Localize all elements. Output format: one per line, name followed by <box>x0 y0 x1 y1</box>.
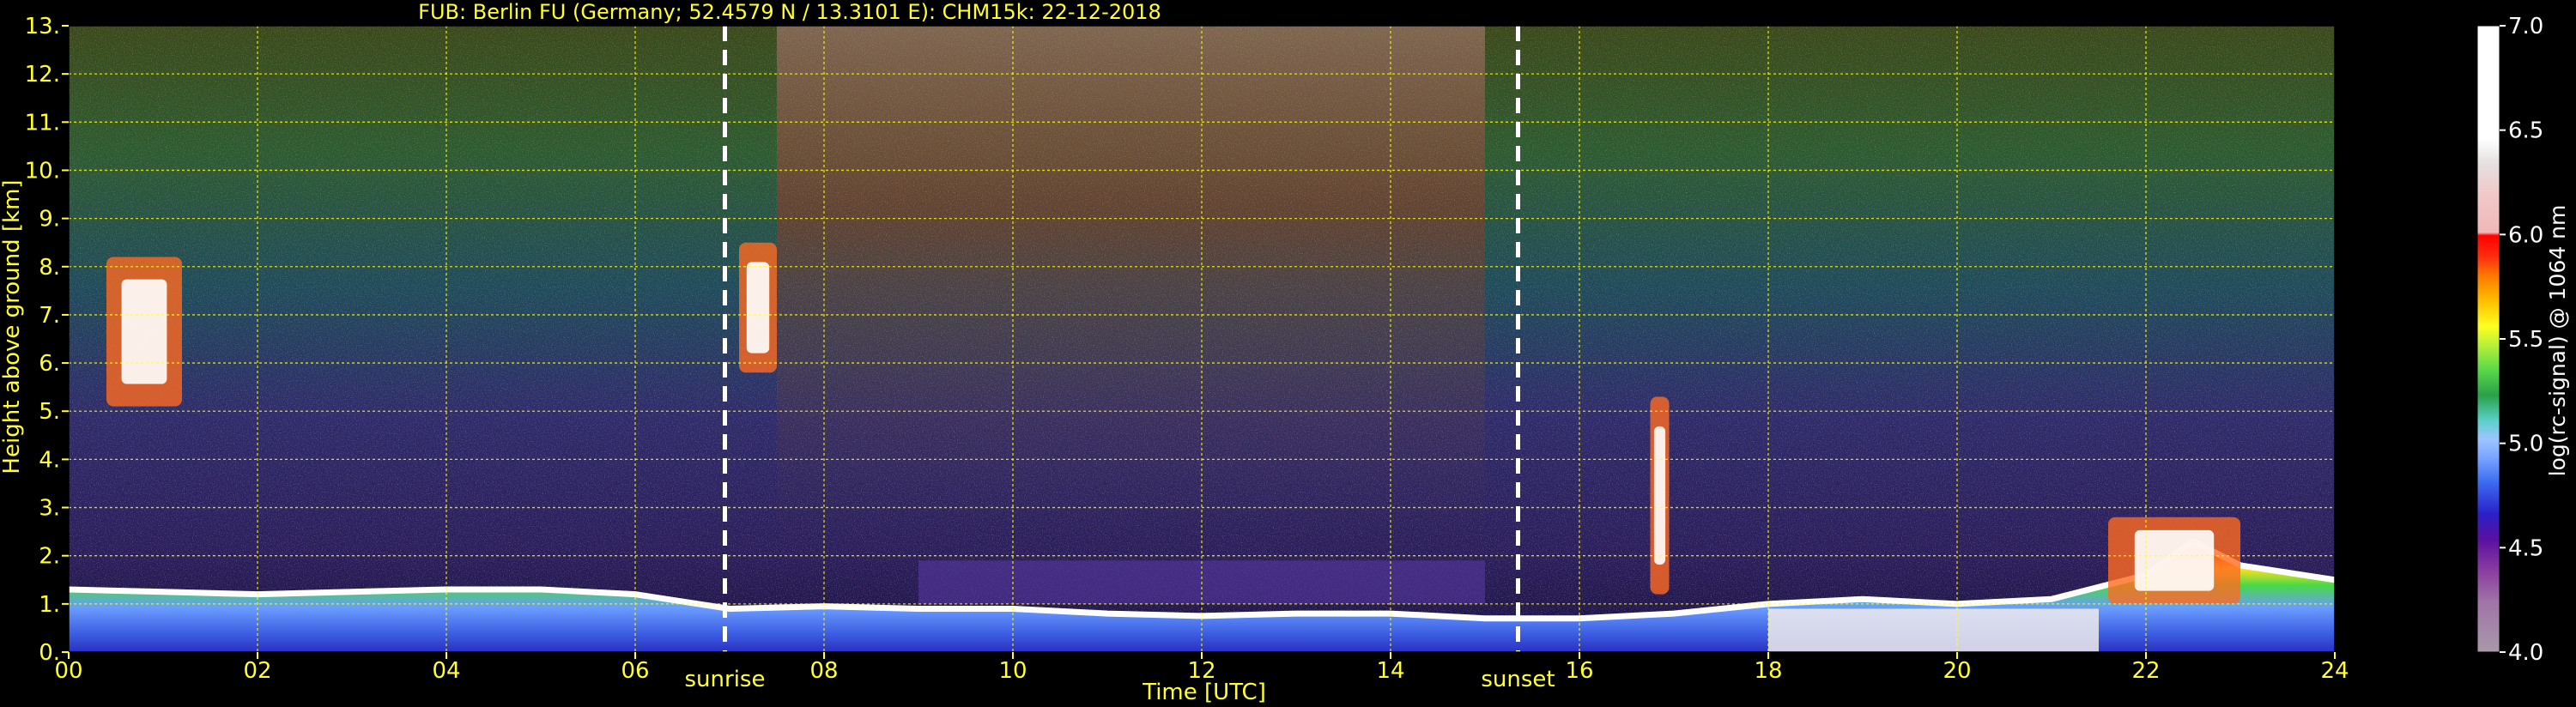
colorbar-tick-label: 7.0 <box>2508 14 2543 39</box>
colorbar: 4.0 4.5 5.0 5.5 6.0 6.5 7.0 <box>2476 14 2543 666</box>
y-tick-label: 13. <box>25 14 60 39</box>
y-tick-label: 1. <box>39 592 60 618</box>
low-cloud <box>1768 608 2099 652</box>
y-tick-label: 8. <box>39 255 60 281</box>
y-tick-label: 7. <box>39 303 60 329</box>
cloud-core <box>2134 529 2215 591</box>
y-tick-label: 11. <box>25 110 60 136</box>
y-tick-label: 5. <box>39 399 60 425</box>
cloud-core <box>746 262 770 354</box>
y-tick-label: 10. <box>25 158 60 184</box>
x-tick-label: 20 <box>1943 658 1971 684</box>
y-tick-label: 0. <box>39 640 60 666</box>
colorbar-tick-label: 4.5 <box>2508 535 2543 561</box>
y-tick-label: 3. <box>39 496 60 522</box>
x-tick-label: 08 <box>809 658 838 684</box>
x-tick-label: 10 <box>998 658 1027 684</box>
x-tick-label: 22 <box>2131 658 2160 684</box>
x-tick-label: 04 <box>432 658 460 684</box>
x-tick-label: 18 <box>1754 658 1782 684</box>
y-tick-label: 9. <box>39 207 60 233</box>
colorbar-tick-label: 4.0 <box>2508 640 2543 666</box>
lidar-chart: sunrise sunset 00 02 04 06 08 10 12 14 16 18 20 22 24… <box>0 0 2570 705</box>
x-axis-label: Time [UTC] <box>1142 680 1266 705</box>
x-tick-label: 14 <box>1376 658 1404 684</box>
marker-sunset-label: sunset <box>1481 667 1555 692</box>
colorbar-label: log(rc-signal) @ 1064 nm <box>2545 205 2570 477</box>
y-tick-label: 12. <box>25 62 60 88</box>
colorbar-scale <box>2476 25 2500 653</box>
colorbar-tick-label: 6.5 <box>2508 118 2543 144</box>
marker-sunrise-label: sunrise <box>685 667 766 692</box>
x-tick-label: 24 <box>2320 658 2349 684</box>
x-tick-label: 16 <box>1565 658 1593 684</box>
colorbar-tick-label: 5.5 <box>2508 327 2543 353</box>
colorbar-tick-label: 5.0 <box>2508 432 2543 457</box>
x-tick-label: 06 <box>621 658 649 684</box>
y-tick-label: 6. <box>39 351 60 377</box>
colorbar-tick-label: 6.0 <box>2508 222 2543 248</box>
x-tick-label: 02 <box>243 658 271 684</box>
chart-title: FUB: Berlin FU (Germany; 52.4579 N / 13.… <box>418 0 1161 24</box>
cloud-core <box>1653 426 1666 565</box>
y-axis-label: Height above ground [km] <box>0 179 25 474</box>
cloud-core <box>121 279 167 384</box>
y-tick-label: 2. <box>39 544 60 570</box>
y-tick-label: 4. <box>39 447 60 473</box>
